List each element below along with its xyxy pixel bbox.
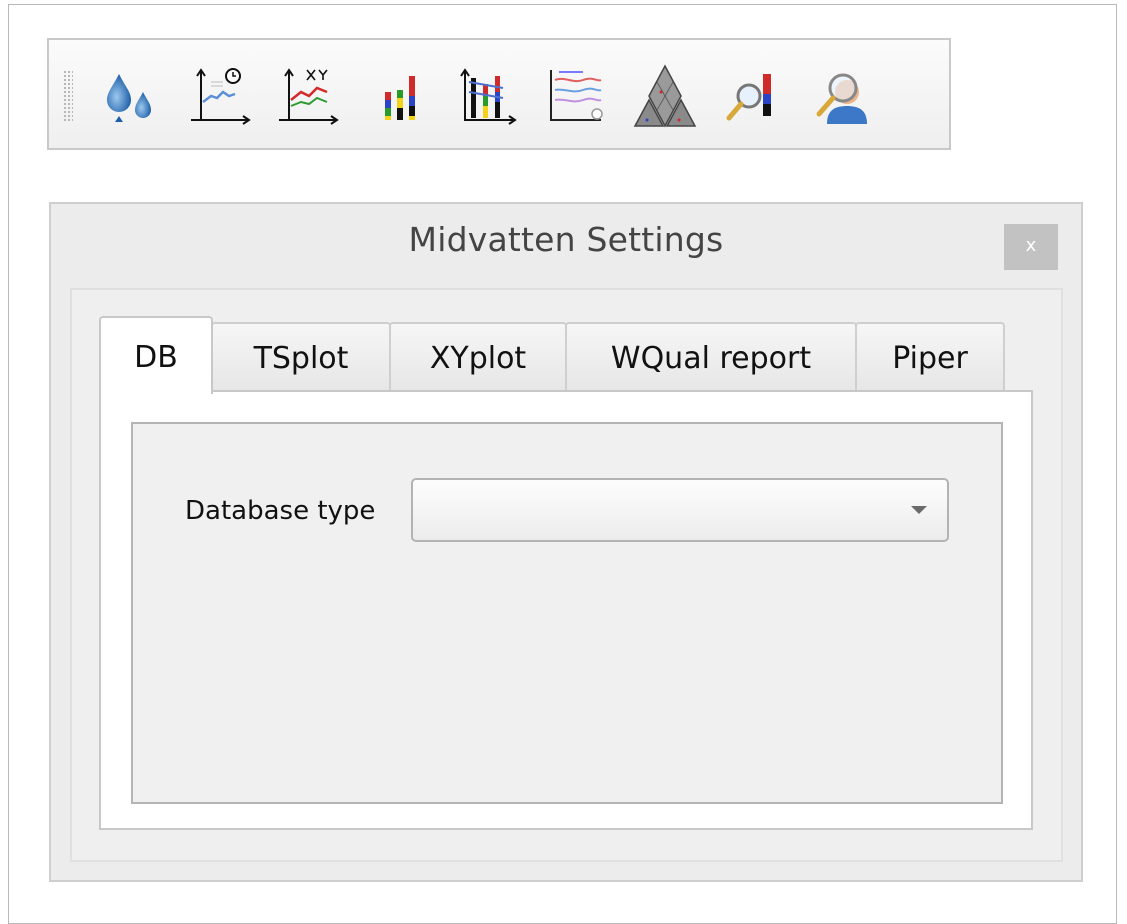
database-type-label: Database type bbox=[185, 496, 376, 526]
close-button[interactable]: x bbox=[1004, 224, 1058, 270]
time-series-plot-icon bbox=[191, 68, 251, 125]
water-drops-icon bbox=[107, 74, 151, 122]
search-stratigraphy-icon bbox=[726, 74, 771, 121]
tab-db[interactable]: DB bbox=[99, 316, 213, 394]
xy-plot-button[interactable] bbox=[277, 62, 345, 130]
db-groupbox: Database type bbox=[131, 422, 1003, 804]
stratigraphy-plot-button[interactable] bbox=[367, 62, 435, 130]
chevron-down-icon bbox=[911, 506, 927, 514]
search-user-icon bbox=[816, 73, 867, 124]
search-user-button[interactable] bbox=[807, 62, 875, 130]
load-data-button[interactable] bbox=[99, 62, 167, 130]
tab-wqual-report[interactable]: WQual report bbox=[565, 322, 857, 392]
tab-tsplot[interactable]: TSplot bbox=[211, 322, 391, 392]
water-quality-report-button[interactable] bbox=[543, 62, 611, 130]
section-plot-button[interactable] bbox=[455, 62, 523, 130]
db-tab-page: Database type bbox=[99, 390, 1033, 830]
piper-diagram-icon bbox=[633, 64, 697, 128]
stratigraphy-bars-icon bbox=[385, 76, 415, 120]
time-series-plot-button[interactable] bbox=[189, 62, 257, 130]
section-plot-icon bbox=[460, 68, 517, 125]
tab-piper[interactable]: Piper bbox=[855, 322, 1005, 392]
panel-title: Midvatten Settings bbox=[408, 220, 724, 259]
piper-diagram-button[interactable] bbox=[631, 62, 699, 130]
database-type-dropdown[interactable] bbox=[411, 478, 949, 542]
tab-xyplot[interactable]: XYplot bbox=[389, 322, 567, 392]
water-quality-report-icon bbox=[550, 70, 603, 121]
midvatten-toolbar bbox=[47, 38, 951, 150]
xy-plot-icon bbox=[279, 68, 339, 125]
search-stratigraphy-button[interactable] bbox=[719, 62, 787, 130]
toolbar-grip-handle[interactable] bbox=[63, 70, 73, 122]
